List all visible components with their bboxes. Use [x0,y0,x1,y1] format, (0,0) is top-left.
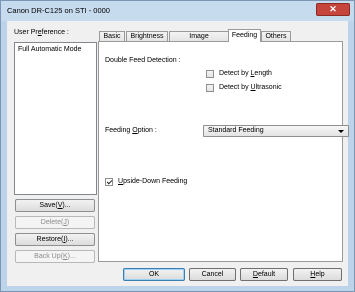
detect-by-length-checkbox[interactable] [206,70,214,78]
upside-down-feeding-checkbox[interactable] [105,178,113,186]
detect-by-ultrasonic-label[interactable]: Detect by Ultrasonic [219,84,282,91]
dialog-window: Canon DR-C125 on STI - 0000 ✕ User Prefe… [0,0,355,292]
default-button[interactable]: Default [240,268,288,281]
help-button[interactable]: Help [293,268,342,281]
chevron-down-icon [338,130,344,133]
cancel-button[interactable]: Cancel [189,268,236,281]
feeding-option-select[interactable]: Standard Feeding [203,125,349,137]
title-bar[interactable]: Canon DR-C125 on STI - 0000 ✕ [1,1,354,21]
ok-button[interactable]: OK [123,268,185,281]
save-button[interactable]: Save(V)... [15,199,95,212]
list-item[interactable]: Full Automatic Mode [18,46,81,53]
detect-by-ultrasonic-checkbox[interactable] [206,84,214,92]
restore-button[interactable]: Restore(I)... [15,233,95,246]
user-preference-list[interactable]: Full Automatic Mode [14,42,97,195]
dialog-client-area: User Preference : Full Automatic Mode Sa… [7,21,349,286]
double-feed-detection-label: Double Feed Detection : [105,57,181,64]
feeding-option-label: Feeding Option : [105,127,157,134]
detect-by-length-label[interactable]: Detect by Length [219,70,272,77]
delete-button[interactable]: Delete(J) [15,216,95,229]
back-up-button[interactable]: Back Up(K)... [15,250,95,263]
close-button[interactable]: ✕ [316,3,350,16]
close-icon: ✕ [329,4,337,14]
upside-down-feeding-label[interactable]: Upside-Down Feeding [118,178,187,185]
window-title: Canon DR-C125 on STI - 0000 [7,6,110,15]
feeding-option-value: Standard Feeding [208,127,264,134]
tab-feeding[interactable]: Feeding [228,29,261,42]
user-preference-label: User Preference : [14,29,69,36]
